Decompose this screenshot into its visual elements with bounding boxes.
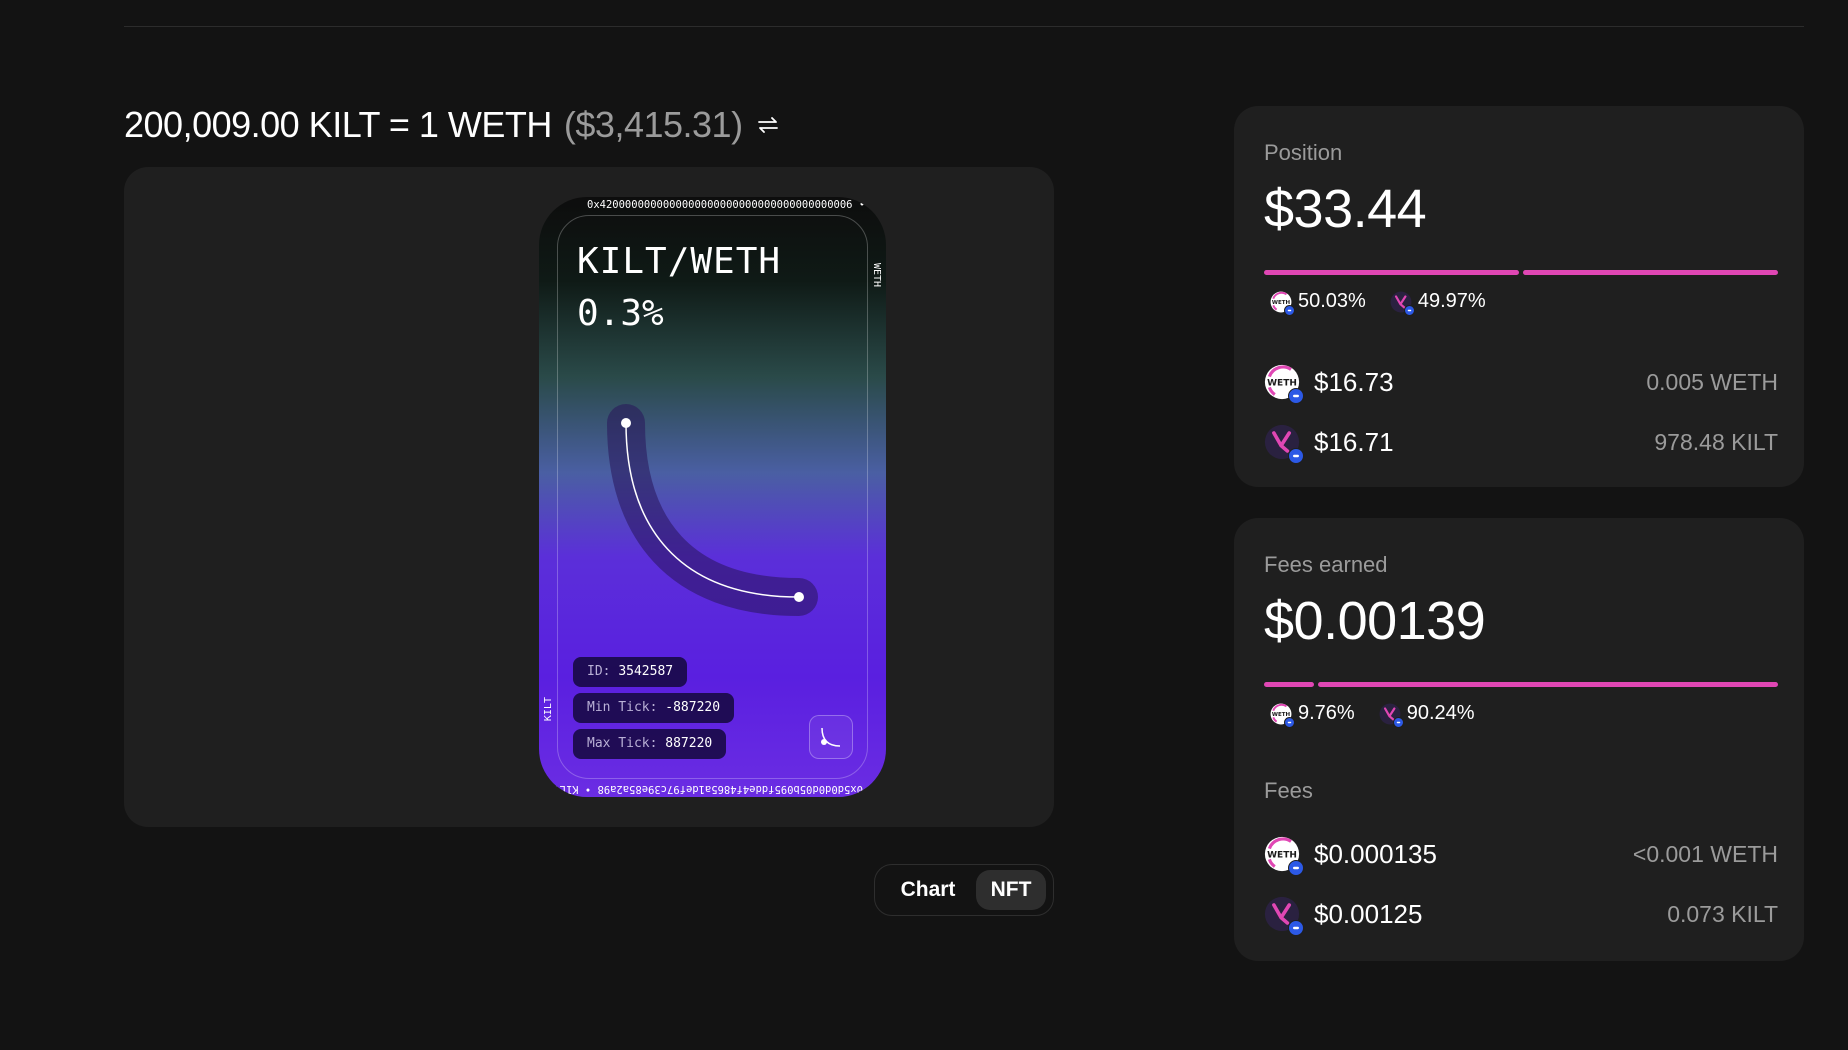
position-weth-amount: 0.005 WETH	[1646, 368, 1778, 395]
weth-icon: WETH	[1270, 703, 1295, 728]
base-chain-icon	[1288, 448, 1304, 464]
position-kilt-usd: $16.71	[1314, 426, 1394, 457]
fees-weth-amount: <0.001 WETH	[1632, 840, 1778, 867]
swap-arrows-icon[interactable]	[755, 112, 781, 138]
weth-icon: WETH	[1270, 291, 1295, 316]
fees-weth-segment	[1264, 682, 1314, 687]
base-chain-icon	[1288, 860, 1304, 876]
base-chain-icon	[1288, 388, 1304, 404]
fees-earned-value: $0.00139	[1264, 591, 1486, 651]
view-toggle: Chart NFT	[874, 864, 1054, 916]
svg-text:WETH: WETH	[1267, 379, 1297, 389]
fees-weth-pct: 9.76%	[1298, 702, 1355, 724]
nft-token1-address: 0x5d0d0d05b095fdde4f4865a1def97c39e85a2a…	[553, 783, 863, 795]
position-kilt-amount: 978.48 KILT	[1654, 428, 1778, 455]
kilt-icon	[1379, 703, 1404, 728]
price-rate: 200,009.00 KILT = 1 WETH	[124, 104, 552, 145]
toggle-nft-button[interactable]: NFT	[976, 870, 1046, 910]
base-chain-icon	[1392, 716, 1404, 728]
nft-tag-id: ID: 3542587	[573, 657, 688, 687]
base-chain-icon	[1403, 304, 1415, 316]
weth-icon: WETH	[1264, 836, 1304, 876]
kilt-icon	[1264, 896, 1304, 936]
nft-panel: 0x42000000000000000000000000000000000000…	[124, 167, 1054, 827]
fees-split: WETH 9.76% 90.24%	[1264, 702, 1493, 728]
fees-earned-label: Fees earned	[1264, 552, 1388, 577]
base-chain-icon	[1284, 304, 1295, 316]
header-divider	[124, 26, 1804, 27]
nft-tag-max-tick: Max Tick: 887220	[573, 729, 727, 759]
kilt-icon	[1390, 291, 1415, 316]
fees-kilt-pct: 90.24%	[1406, 702, 1475, 724]
fees-row-kilt: $0.00125 0.073 KILT	[1264, 896, 1778, 936]
fees-row-weth: WETH $0.000135 <0.001 WETH	[1264, 836, 1778, 876]
position-split: WETH 50.03% 49.97%	[1264, 290, 1504, 316]
price-usd: ($3,415.31)	[563, 104, 743, 145]
base-chain-icon	[1284, 716, 1295, 728]
fees-weth-usd: $0.000135	[1314, 838, 1437, 869]
nft-tag-min-tick: Min Tick: -887220	[573, 693, 735, 723]
fees-label: Fees	[1264, 778, 1313, 803]
weth-icon: WETH	[1264, 364, 1304, 404]
position-card: Position $33.44 WETH 50.03% 49.97% WETH …	[1234, 106, 1804, 487]
fees-ratio-bar	[1264, 682, 1778, 687]
position-label: Position	[1264, 140, 1343, 165]
position-kilt-segment	[1523, 270, 1778, 275]
position-nft-image: 0x42000000000000000000000000000000000000…	[539, 197, 886, 797]
position-weth-segment	[1264, 270, 1520, 275]
position-value: $33.44	[1264, 179, 1427, 239]
fees-earned-card: Fees earned $0.00139 WETH 9.76% 90.24% F…	[1234, 518, 1804, 961]
fees-kilt-usd: $0.00125	[1314, 898, 1423, 929]
nft-range-mini-icon	[809, 715, 853, 759]
toggle-chart-button[interactable]: Chart	[880, 870, 976, 910]
kilt-icon	[1264, 424, 1304, 464]
position-row-weth: WETH $16.73 0.005 WETH	[1264, 364, 1778, 404]
fees-kilt-segment	[1317, 682, 1778, 687]
price-header: 200,009.00 KILT = 1 WETH ($3,415.31)	[124, 104, 781, 146]
svg-text:WETH: WETH	[1267, 851, 1297, 861]
position-weth-usd: $16.73	[1314, 366, 1394, 397]
position-ratio-bar	[1264, 270, 1778, 275]
position-weth-pct: 50.03%	[1298, 290, 1366, 312]
base-chain-icon	[1288, 920, 1304, 936]
position-row-kilt: $16.71 978.48 KILT	[1264, 424, 1778, 464]
fees-kilt-amount: 0.073 KILT	[1667, 900, 1778, 927]
position-kilt-pct: 49.97%	[1417, 290, 1486, 312]
